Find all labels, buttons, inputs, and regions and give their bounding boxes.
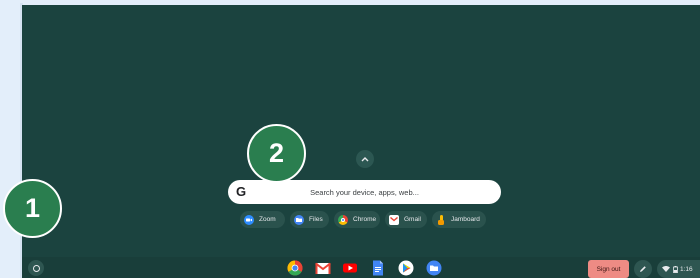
docs-icon xyxy=(373,260,383,276)
callout-badge-2: 2 xyxy=(247,124,306,183)
launcher-circle-icon xyxy=(32,264,40,272)
launcher-search-box[interactable]: G Search your device, apps, web... xyxy=(228,180,501,204)
chrome-icon xyxy=(338,214,348,225)
status-tray[interactable]: 1:16 xyxy=(657,260,700,278)
shelf-app-youtube[interactable] xyxy=(342,260,358,276)
chip-jamboard[interactable]: Jamboard xyxy=(432,211,486,228)
wifi-icon xyxy=(662,266,670,272)
desktop-wallpaper xyxy=(22,5,700,278)
chip-gmail[interactable]: Gmail xyxy=(385,211,427,228)
battery-icon xyxy=(673,265,678,273)
shelf-app-play-store[interactable] xyxy=(398,260,414,276)
zoom-icon xyxy=(244,214,254,225)
stylus-tools-button[interactable] xyxy=(634,260,652,278)
chip-chrome[interactable]: Chrome xyxy=(334,211,380,228)
launcher-expand-button[interactable] xyxy=(356,150,374,168)
shelf-app-docs[interactable] xyxy=(370,260,386,276)
shelf-app-chrome[interactable] xyxy=(287,260,303,276)
files-icon xyxy=(294,214,304,225)
google-g-icon: G xyxy=(236,184,247,199)
chip-files[interactable]: Files xyxy=(290,211,329,228)
chevron-up-icon xyxy=(361,157,369,162)
search-placeholder: Search your device, apps, web... xyxy=(310,187,419,197)
files-icon xyxy=(426,260,442,276)
clock-time: 1:16 xyxy=(680,265,693,273)
jamboard-icon xyxy=(436,214,446,225)
shelf-app-gmail[interactable] xyxy=(315,260,331,276)
pen-icon xyxy=(640,266,646,272)
chip-zoom[interactable]: Zoom xyxy=(240,211,285,228)
launcher-home-button[interactable] xyxy=(28,260,44,276)
sign-out-button[interactable]: Sign out xyxy=(588,260,629,278)
callout-badge-1: 1 xyxy=(3,179,62,238)
youtube-icon xyxy=(343,263,357,273)
gmail-icon xyxy=(315,262,331,274)
play-store-icon xyxy=(398,260,414,276)
gmail-icon xyxy=(389,214,399,225)
chrome-icon xyxy=(287,260,303,276)
shelf-app-files[interactable] xyxy=(426,260,442,276)
